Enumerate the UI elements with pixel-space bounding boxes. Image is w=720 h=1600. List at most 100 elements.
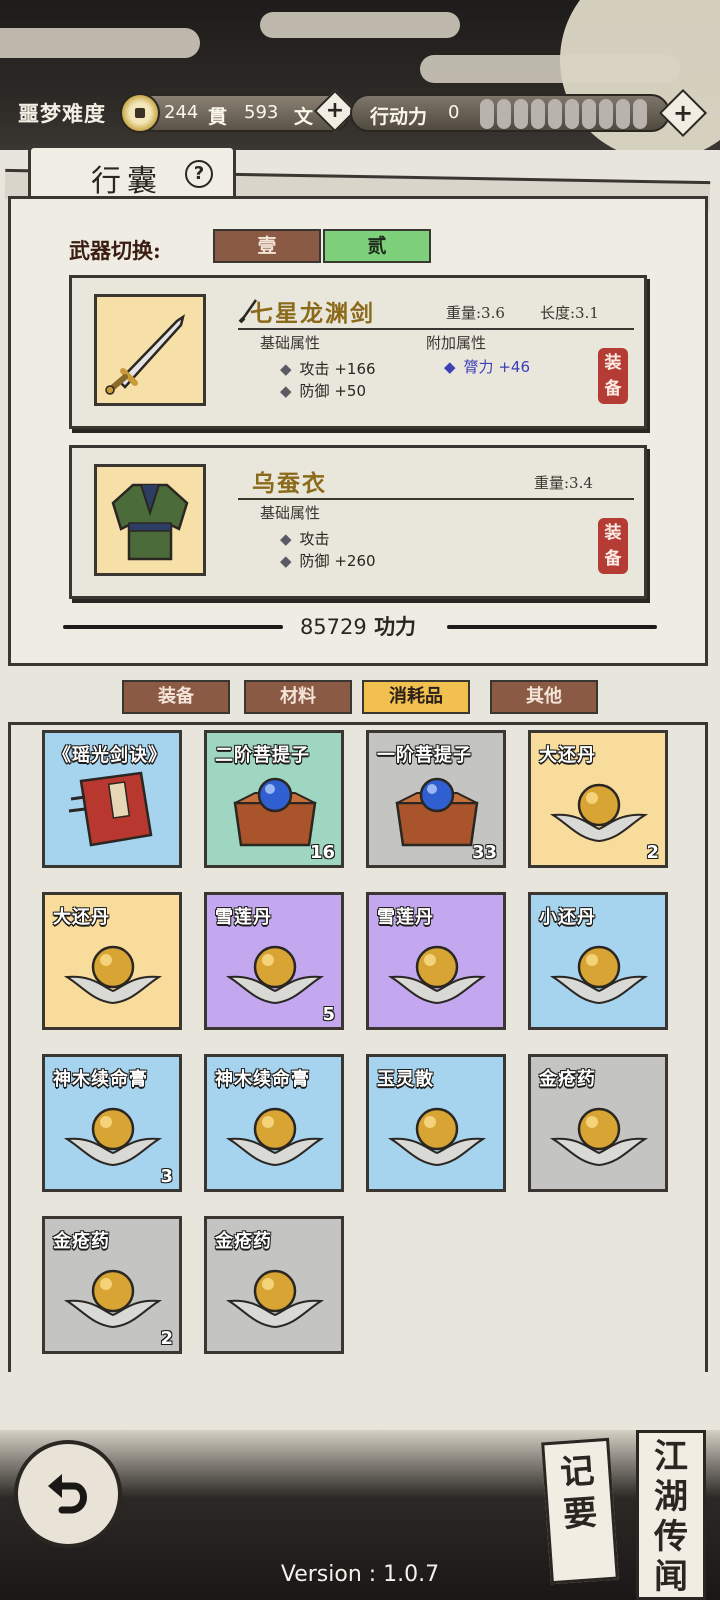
wen-unit: 文 bbox=[294, 106, 314, 128]
armor-card[interactable]: 乌蚕衣 重量:3.4 基础属性 ◆ 攻击 ◆ 防御 +260 装备 bbox=[69, 445, 647, 599]
weapon-set-1-button[interactable]: 壹 bbox=[213, 229, 321, 263]
attr-label: 防御 bbox=[299, 552, 330, 570]
item-name: 大还丹 bbox=[539, 745, 596, 766]
stamina-pip bbox=[514, 99, 528, 129]
item-count: 16 bbox=[309, 842, 335, 863]
defense-attr: ◆ 防御 +260 bbox=[280, 550, 376, 571]
armor-name: 乌蚕衣 bbox=[252, 470, 327, 497]
resource-bar: 噩梦难度 244 貫 593 文 + 行动力 0 + bbox=[0, 88, 720, 138]
stamina-pip bbox=[548, 99, 562, 129]
coin-icon bbox=[120, 93, 160, 133]
base-attr-heading: 基础属性 bbox=[260, 334, 321, 352]
equip-armor-button[interactable]: 装备 bbox=[598, 518, 628, 574]
power-value: 85729 bbox=[299, 615, 367, 639]
wen-value: 593 bbox=[244, 102, 279, 123]
attr-label: 攻击 bbox=[299, 530, 330, 548]
weapon-switch-label: 武器切换: bbox=[69, 238, 161, 263]
item-count: 2 bbox=[160, 1328, 173, 1349]
diamond-bullet-icon: ◆ bbox=[280, 382, 292, 400]
tab-other[interactable]: 其他 bbox=[490, 680, 598, 714]
sword-icon bbox=[94, 294, 206, 406]
inventory-item[interactable]: 神木续命膏 bbox=[204, 1054, 344, 1192]
stamina-pip bbox=[599, 99, 613, 129]
item-name: 金疮药 bbox=[539, 1069, 596, 1090]
plus-icon: + bbox=[325, 98, 345, 123]
item-name: 《瑶光剑诀》 bbox=[53, 745, 167, 766]
inventory-item[interactable]: 大还丹 2 bbox=[528, 730, 668, 868]
weapon-card[interactable]: 七星龙渊剑 重量:3.6 长度:3.1 基础属性 附加属性 ◆ 攻击 +166 ◆… bbox=[69, 275, 647, 429]
inventory-item[interactable]: 雪莲丹 bbox=[366, 892, 506, 1030]
difficulty-label: 噩梦难度 bbox=[18, 101, 106, 126]
item-name: 神木续命膏 bbox=[215, 1069, 310, 1090]
item-count: 33 bbox=[471, 842, 497, 863]
version-label: Version : 1.0.7 bbox=[280, 1562, 440, 1587]
diamond-bullet-icon: ◆ bbox=[280, 360, 292, 378]
item-name: 雪莲丹 bbox=[377, 907, 434, 928]
attr-label: 攻击 bbox=[299, 360, 330, 378]
bonus-attr: ◆ 膂力 +46 bbox=[444, 356, 530, 377]
inventory-item[interactable]: 大还丹 bbox=[42, 892, 182, 1030]
inventory-item[interactable]: 金疮药 bbox=[528, 1054, 668, 1192]
stamina-pip bbox=[633, 99, 647, 129]
attack-attr: ◆ 攻击 bbox=[280, 528, 330, 549]
inventory-item[interactable]: 神木续命膏 3 bbox=[42, 1054, 182, 1192]
help-icon[interactable]: ? bbox=[185, 160, 213, 188]
cloud-decoration bbox=[260, 12, 460, 38]
back-button[interactable] bbox=[14, 1440, 122, 1548]
divider bbox=[238, 328, 634, 330]
item-name: 一阶菩提子 bbox=[377, 745, 472, 766]
item-name: 神木续命膏 bbox=[53, 1069, 148, 1090]
bag-title: 行囊 bbox=[91, 164, 163, 199]
item-count: 3 bbox=[160, 1166, 173, 1187]
item-count: 5 bbox=[322, 1004, 335, 1025]
stamina-value: 0 bbox=[448, 102, 460, 123]
diamond-bullet-icon: ◆ bbox=[444, 358, 456, 376]
inventory-item[interactable]: 小还丹 bbox=[528, 892, 668, 1030]
currency-bar: 244 貫 593 文 + bbox=[120, 89, 357, 133]
stamina-pip bbox=[616, 99, 630, 129]
armor-weight: 重量:3.4 bbox=[534, 474, 593, 492]
power-label: 功力 bbox=[374, 614, 417, 639]
plus-icon: + bbox=[672, 99, 694, 127]
tab-bag[interactable]: 行囊 ? bbox=[28, 145, 236, 203]
inventory-item[interactable]: 金疮药 bbox=[204, 1216, 344, 1354]
weapon-set-2-button[interactable]: 贰 bbox=[323, 229, 431, 263]
inventory-item[interactable]: 一阶菩提子 33 bbox=[366, 730, 506, 868]
inventory-item[interactable]: 《瑶光剑诀》 bbox=[42, 730, 182, 868]
robe-icon bbox=[94, 464, 206, 576]
defense-attr: ◆ 防御 +50 bbox=[280, 380, 366, 401]
attr-value: +166 bbox=[334, 360, 376, 378]
attr-value: +50 bbox=[334, 382, 366, 400]
equipment-panel: 武器切换: 壹 贰 七星龙渊剑 重量:3.6 长度:3.1 基础属性 附加属性 … bbox=[8, 196, 708, 666]
guan-value: 244 bbox=[164, 102, 199, 123]
weapon-weight: 重量:3.6 bbox=[446, 304, 505, 322]
inventory-item[interactable]: 雪莲丹 5 bbox=[204, 892, 344, 1030]
item-name: 金疮药 bbox=[215, 1231, 272, 1252]
cloud-decoration bbox=[420, 55, 680, 83]
item-name: 小还丹 bbox=[539, 907, 596, 928]
tab-consumables[interactable]: 消耗品 bbox=[362, 680, 470, 714]
equip-weapon-button[interactable]: 装备 bbox=[598, 348, 628, 404]
tab-materials[interactable]: 材料 bbox=[244, 680, 352, 714]
tab-equipment[interactable]: 装备 bbox=[122, 680, 230, 714]
divider bbox=[238, 498, 634, 500]
attr-value: +46 bbox=[498, 358, 530, 376]
attack-attr: ◆ 攻击 +166 bbox=[280, 358, 376, 379]
cloud-decoration bbox=[0, 28, 200, 58]
power-display: 85729 功力 bbox=[11, 611, 705, 641]
stamina-pip bbox=[565, 99, 579, 129]
inventory-item[interactable]: 二阶菩提子 16 bbox=[204, 730, 344, 868]
inventory-item[interactable]: 金疮药 2 bbox=[42, 1216, 182, 1354]
stamina-pip bbox=[497, 99, 511, 129]
item-count: 2 bbox=[646, 842, 659, 863]
return-arrow-icon bbox=[48, 1474, 87, 1514]
item-name: 二阶菩提子 bbox=[215, 745, 310, 766]
attr-label: 膂力 bbox=[463, 358, 494, 376]
attr-value: +260 bbox=[334, 552, 376, 570]
notes-label: 记要 bbox=[558, 1450, 599, 1536]
item-name: 大还丹 bbox=[53, 907, 110, 928]
inventory-item[interactable]: 玉灵散 bbox=[366, 1054, 506, 1192]
weapon-name: 七星龙渊剑 bbox=[250, 300, 375, 327]
diamond-bullet-icon: ◆ bbox=[280, 552, 292, 570]
add-stamina-button[interactable]: + bbox=[658, 88, 708, 138]
